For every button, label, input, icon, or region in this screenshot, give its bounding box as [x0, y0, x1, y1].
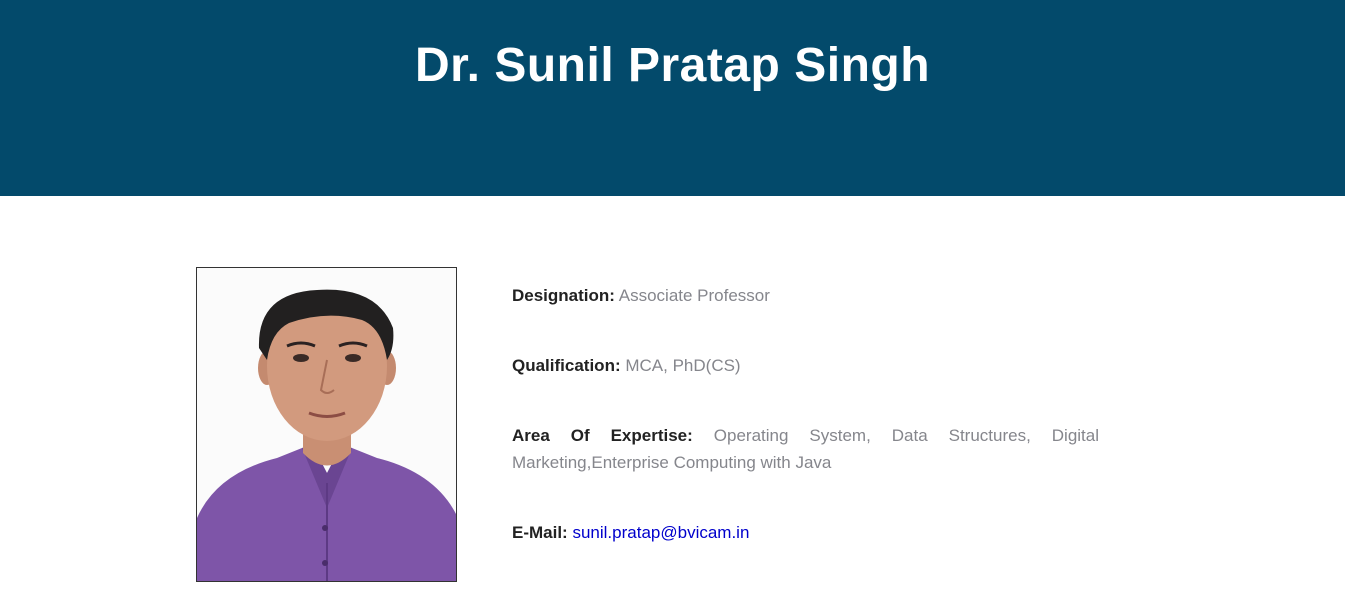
qualification-row: Qualification: MCA, PhD(CS): [512, 352, 1099, 379]
expertise-label: Area Of Expertise:: [512, 426, 693, 445]
designation-row: Designation: Associate Professor: [512, 282, 1099, 309]
page-title: Dr. Sunil Pratap Singh: [414, 39, 931, 92]
designation-label: Designation:: [512, 286, 615, 305]
person-portrait-image: [197, 268, 456, 581]
qualification-value: MCA, PhD(CS): [625, 356, 741, 375]
profile-photo: [196, 267, 457, 582]
email-label: E-Mail:: [512, 523, 568, 542]
email-row: E-Mail: sunil.pratap@bvicam.in: [512, 519, 1099, 546]
page-header: Dr. Sunil Pratap Singh: [0, 0, 1345, 196]
qualification-label: Qualification:: [512, 356, 621, 375]
expertise-row: Area Of Expertise: Operating System, Dat…: [512, 422, 1099, 476]
designation-value: Associate Professor: [618, 286, 770, 305]
email-link[interactable]: sunil.pratap@bvicam.in: [572, 523, 749, 542]
